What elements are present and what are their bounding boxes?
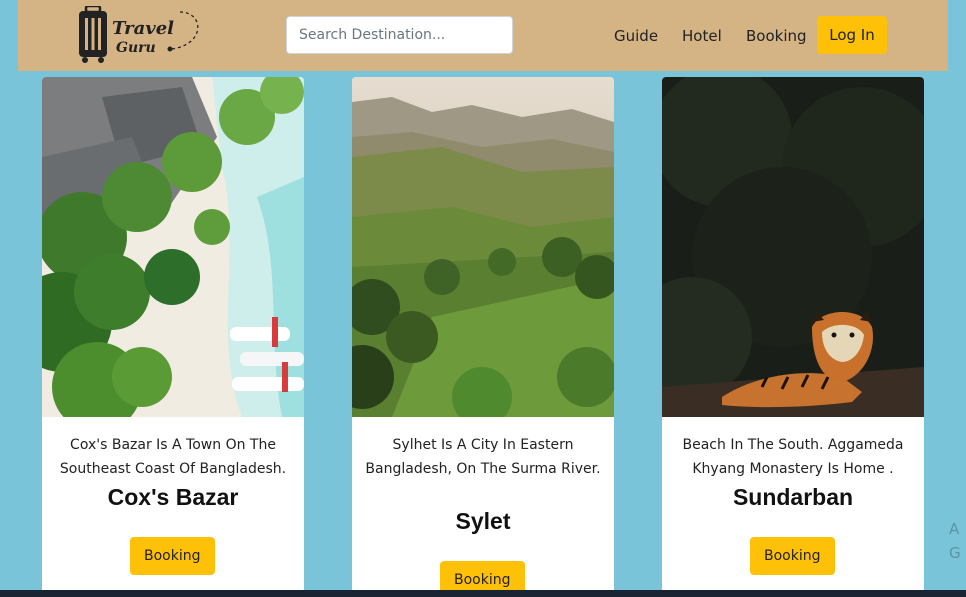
card-title: Cox's Bazar <box>107 484 239 510</box>
card-description: Beach In The South. Aggameda Khyang Mona… <box>682 437 904 477</box>
booking-button-coxs-bazar[interactable]: Booking <box>130 537 215 575</box>
nav-guide-link[interactable]: Guide <box>614 27 658 45</box>
side-text-fragment-2: G <box>949 544 961 562</box>
card-description: Sylhet Is A City In Eastern Bangladesh, … <box>365 437 601 477</box>
nav-hotel-link[interactable]: Hotel <box>682 27 722 45</box>
card-description: Cox's Bazar Is A Town On The Southeast C… <box>59 437 287 477</box>
top-header: Travel Guru Guide Hotel Booking Log In <box>18 0 948 71</box>
nav-booking-link[interactable]: Booking <box>746 27 807 45</box>
tiger-forest-image <box>662 77 924 417</box>
search-destination-input[interactable] <box>286 16 513 54</box>
travel-guru-logo[interactable]: Travel Guru <box>76 6 200 64</box>
side-text-fragment-1: A <box>949 520 960 538</box>
card-title: Sundarban <box>732 484 854 510</box>
beach-resort-image <box>42 77 304 417</box>
login-button[interactable]: Log In <box>817 16 887 54</box>
destination-card-coxs-bazar: Cox's Bazar Is A Town On The Southeast C… <box>42 77 304 597</box>
logo-word-travel: Travel <box>112 18 174 39</box>
green-hills-image <box>352 77 614 417</box>
destination-card-sylet: Sylhet Is A City In Eastern Bangladesh, … <box>352 77 614 597</box>
logo-word-guru: Guru <box>116 40 156 56</box>
destination-card-sundarban: Beach In The South. Aggameda Khyang Mona… <box>662 77 924 597</box>
booking-button-sundarban[interactable]: Booking <box>750 537 835 575</box>
taskbar-strip <box>0 590 966 597</box>
card-title: Sylet <box>455 508 511 534</box>
